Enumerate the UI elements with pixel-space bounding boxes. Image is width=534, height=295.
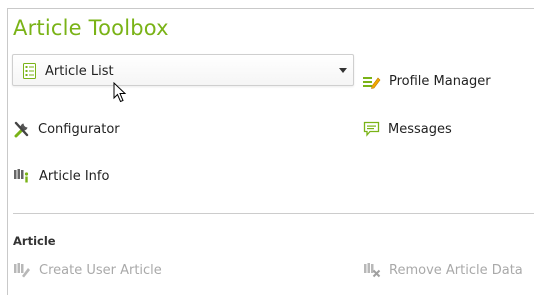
messages-label: Messages [388,121,452,137]
article-list-label: Article List [45,63,114,79]
section-divider [13,213,534,214]
section-heading-article: Article [13,234,56,248]
create-user-article-label: Create User Article [39,262,162,278]
configurator-button[interactable]: Configurator [13,121,120,138]
panel-title: Article Toolbox [13,16,169,40]
messages-icon [363,121,380,137]
profile-manager-icon [363,75,381,89]
messages-button[interactable]: Messages [363,121,452,137]
chevron-down-icon[interactable] [339,68,347,73]
configurator-icon [13,121,30,138]
remove-article-data-button[interactable]: Remove Article Data [363,262,523,278]
article-toolbox-panel [7,8,534,295]
mouse-cursor-icon [113,82,127,104]
article-list-dropdown[interactable]: Article List [12,54,354,86]
article-info-button[interactable]: Article Info [13,168,109,184]
article-info-label: Article Info [39,168,110,184]
remove-article-icon [363,262,381,278]
profile-manager-label: Profile Manager [389,74,491,89]
create-article-icon [13,262,31,278]
remove-article-data-label: Remove Article Data [389,262,523,278]
configurator-label: Configurator [38,122,120,137]
article-list-icon [22,63,37,79]
create-user-article-button[interactable]: Create User Article [13,262,162,278]
article-info-icon [13,168,31,184]
profile-manager-button[interactable]: Profile Manager [363,74,491,89]
